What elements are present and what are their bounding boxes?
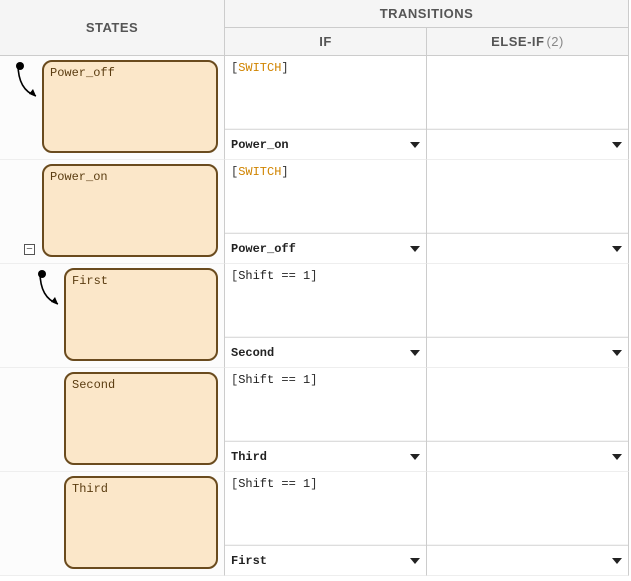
if-cell[interactable]: [Shift == 1] Second	[225, 264, 427, 368]
if-target-label: Power_off	[231, 242, 296, 256]
chevron-down-icon	[410, 246, 420, 252]
state-cell[interactable]: First	[0, 264, 225, 368]
if-target-dropdown[interactable]: Power_off	[225, 233, 426, 263]
if-condition[interactable]: [SWITCH]	[225, 56, 426, 129]
chevron-down-icon	[410, 350, 420, 356]
if-cell[interactable]: [Shift == 1] Third	[225, 368, 427, 472]
header-elseif[interactable]: ELSE-IF(2)	[427, 28, 629, 56]
elseif-cell[interactable]	[427, 264, 629, 368]
state-cell[interactable]: Power_on–	[0, 160, 225, 264]
chevron-down-icon	[410, 558, 420, 564]
if-condition[interactable]: [Shift == 1]	[225, 264, 426, 337]
state-box[interactable]: Second	[64, 372, 218, 465]
if-target-dropdown[interactable]: Third	[225, 441, 426, 471]
chevron-down-icon	[612, 246, 622, 252]
initial-state-dot	[16, 62, 24, 70]
chevron-down-icon	[410, 142, 420, 148]
if-cell[interactable]: [Shift == 1] First	[225, 472, 427, 576]
if-cell[interactable]: [SWITCH] Power_on	[225, 56, 427, 160]
elseif-target-dropdown[interactable]	[427, 545, 628, 575]
elseif-cell[interactable]	[427, 368, 629, 472]
chevron-down-icon	[612, 558, 622, 564]
header-elseif-count: (2)	[546, 34, 563, 49]
elseif-cell[interactable]	[427, 472, 629, 576]
elseif-cell[interactable]	[427, 160, 629, 264]
header-transitions: TRANSITIONS	[225, 0, 629, 28]
if-target-label: Third	[231, 450, 267, 464]
if-target-label: First	[231, 554, 267, 568]
if-target-dropdown[interactable]: Power_on	[225, 129, 426, 159]
chevron-down-icon	[612, 454, 622, 460]
initial-state-dot	[38, 270, 46, 278]
elseif-condition[interactable]	[427, 472, 628, 545]
if-target-label: Second	[231, 346, 274, 360]
elseif-target-dropdown[interactable]	[427, 233, 628, 263]
if-condition[interactable]: [Shift == 1]	[225, 472, 426, 545]
header-elseif-label: ELSE-IF	[491, 34, 544, 49]
header-states: STATES	[0, 0, 225, 56]
header-if[interactable]: IF	[225, 28, 427, 56]
collapse-toggle[interactable]: –	[24, 244, 35, 255]
state-cell[interactable]: Second	[0, 368, 225, 472]
elseif-cell[interactable]	[427, 56, 629, 160]
elseif-condition[interactable]	[427, 160, 628, 233]
if-target-label: Power_on	[231, 138, 289, 152]
elseif-target-dropdown[interactable]	[427, 129, 628, 159]
elseif-target-dropdown[interactable]	[427, 337, 628, 367]
chevron-down-icon	[612, 142, 622, 148]
if-condition[interactable]: [SWITCH]	[225, 160, 426, 233]
elseif-condition[interactable]	[427, 264, 628, 337]
elseif-condition[interactable]	[427, 368, 628, 441]
state-box[interactable]: Third	[64, 476, 218, 569]
if-cell[interactable]: [SWITCH] Power_off	[225, 160, 427, 264]
if-target-dropdown[interactable]: First	[225, 545, 426, 575]
chevron-down-icon	[410, 454, 420, 460]
chevron-down-icon	[612, 350, 622, 356]
state-cell[interactable]: Power_off	[0, 56, 225, 160]
state-box[interactable]: Power_on	[42, 164, 218, 257]
state-cell[interactable]: Third	[0, 472, 225, 576]
elseif-target-dropdown[interactable]	[427, 441, 628, 471]
state-box[interactable]: Power_off	[42, 60, 218, 153]
if-target-dropdown[interactable]: Second	[225, 337, 426, 367]
state-box[interactable]: First	[64, 268, 218, 361]
elseif-condition[interactable]	[427, 56, 628, 129]
if-condition[interactable]: [Shift == 1]	[225, 368, 426, 441]
